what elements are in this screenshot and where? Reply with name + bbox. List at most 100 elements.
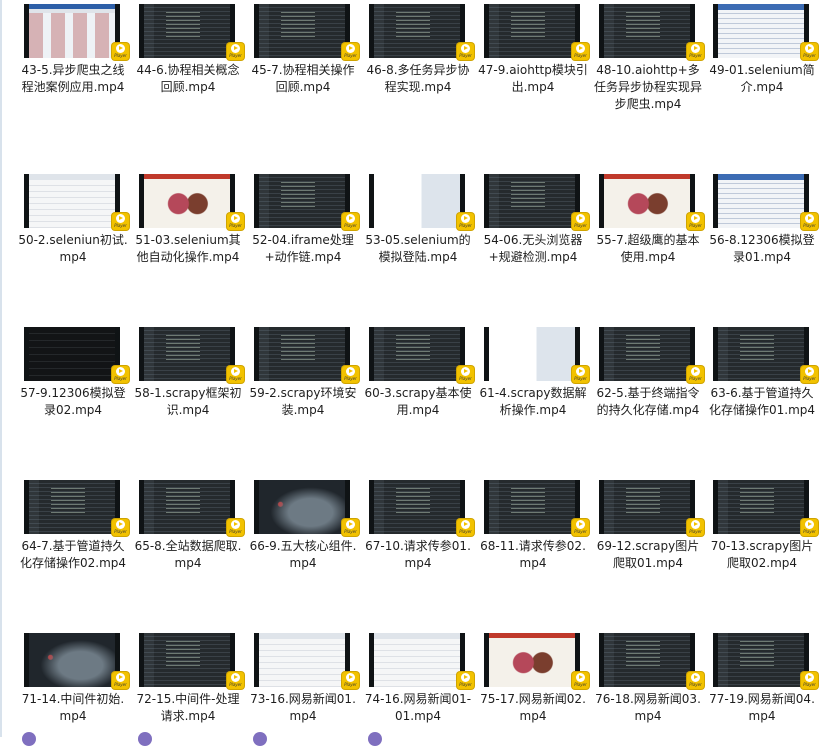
play-icon <box>691 214 700 223</box>
player-badge-icon: Player <box>342 43 359 60</box>
video-thumbnail[interactable] <box>484 480 580 534</box>
thumbnail-image <box>144 4 230 58</box>
file-name[interactable]: 52-04.iframe处理+动作链.mp4 <box>247 232 359 266</box>
video-thumbnail[interactable] <box>369 174 465 228</box>
play-icon <box>805 44 814 53</box>
file-name[interactable]: 77-19.网易新闻04.mp4 <box>706 691 818 725</box>
file-name[interactable]: 49-01.selenium简介.mp4 <box>706 62 818 96</box>
file-name[interactable]: 72-15.中间件-处理请求.mp4 <box>132 691 244 725</box>
video-thumbnail[interactable] <box>254 633 350 687</box>
file-name[interactable]: 68-11.请求传参02.mp4 <box>477 538 589 572</box>
file-name[interactable]: 61-4.scrapy数据解析操作.mp4 <box>477 385 589 419</box>
play-icon <box>805 673 814 682</box>
video-thumbnail[interactable] <box>599 633 695 687</box>
file-name[interactable]: 57-9.12306模拟登录02.mp4 <box>17 385 129 419</box>
play-icon <box>346 673 355 682</box>
video-thumbnail[interactable] <box>24 633 120 687</box>
video-thumbnail[interactable] <box>254 327 350 381</box>
file-name[interactable]: 69-12.scrapy图片爬取01.mp4 <box>592 538 704 572</box>
video-thumbnail[interactable] <box>24 480 120 534</box>
player-badge-icon: Player <box>572 43 589 60</box>
file-name[interactable]: 60-3.scrapy基本使用.mp4 <box>362 385 474 419</box>
player-badge-label: Player <box>803 529 816 534</box>
file-name[interactable]: 73-16.网易新闻01.mp4 <box>247 691 359 725</box>
file-name[interactable]: 54-06.无头浏览器+规避检测.mp4 <box>477 232 589 266</box>
video-thumbnail[interactable] <box>139 174 235 228</box>
video-thumbnail[interactable] <box>713 327 809 381</box>
thumbnail-image <box>144 327 230 381</box>
player-badge-icon: Player <box>457 43 474 60</box>
file-name[interactable]: 62-5.基于终端指令的持久化存储.mp4 <box>592 385 704 419</box>
file-name[interactable]: 44-6.协程相关概念回顾.mp4 <box>132 62 244 96</box>
play-icon <box>346 367 355 376</box>
video-thumbnail[interactable] <box>24 174 120 228</box>
player-badge-label: Player <box>574 682 587 687</box>
video-thumbnail[interactable] <box>599 4 695 58</box>
video-thumbnail[interactable] <box>713 174 809 228</box>
video-thumbnail[interactable] <box>139 4 235 58</box>
file-name[interactable]: 67-10.请求传参01.mp4 <box>362 538 474 572</box>
file-name[interactable]: 50-2.seleniun初试.mp4 <box>17 232 129 266</box>
file-name[interactable]: 75-17.网易新闻02.mp4 <box>477 691 589 725</box>
file-name[interactable]: 51-03.selenium其他自动化操作.mp4 <box>132 232 244 266</box>
file-name[interactable]: 47-9.aiohttp模块引出.mp4 <box>477 62 589 96</box>
video-thumbnail[interactable] <box>484 174 580 228</box>
file-name[interactable]: 66-9.五大核心组件.mp4 <box>247 538 359 572</box>
file-name[interactable]: 53-05.selenium的模拟登陆.mp4 <box>362 232 474 266</box>
play-icon <box>691 520 700 529</box>
video-thumbnail[interactable] <box>369 327 465 381</box>
thumbnail-image <box>374 4 460 58</box>
file-name[interactable]: 56-8.12306模拟登录01.mp4 <box>706 232 818 266</box>
thumbnail-image <box>489 174 575 228</box>
player-badge-icon: Player <box>687 672 704 689</box>
play-icon <box>116 520 125 529</box>
video-thumbnail[interactable] <box>254 4 350 58</box>
file-name[interactable]: 48-10.aiohttp+多任务异步协程实现异步爬虫.mp4 <box>592 62 704 113</box>
file-name[interactable]: 70-13.scrapy图片爬取02.mp4 <box>706 538 818 572</box>
file-name[interactable]: 58-1.scrapy框架初识.mp4 <box>132 385 244 419</box>
file-name[interactable]: 55-7.超级鹰的基本使用.mp4 <box>592 232 704 266</box>
video-thumbnail[interactable] <box>599 480 695 534</box>
video-thumbnail[interactable] <box>484 4 580 58</box>
file-name[interactable]: 74-16.网易新闻01-01.mp4 <box>362 691 474 725</box>
video-thumbnail[interactable] <box>254 480 350 534</box>
video-thumbnail[interactable] <box>599 327 695 381</box>
thumbnail-image <box>259 633 345 687</box>
play-icon <box>691 44 700 53</box>
player-badge-label: Player <box>689 53 702 58</box>
video-thumbnail[interactable] <box>24 327 120 381</box>
player-badge-label: Player <box>114 376 127 381</box>
file-name[interactable]: 63-6.基于管道持久化存储操作01.mp4 <box>706 385 818 419</box>
file-name[interactable]: 46-8.多任务异步协程实现.mp4 <box>362 62 474 96</box>
player-badge-label: Player <box>459 682 472 687</box>
play-icon <box>346 44 355 53</box>
video-thumbnail[interactable] <box>713 633 809 687</box>
file-name[interactable]: 45-7.协程相关操作回顾.mp4 <box>247 62 359 96</box>
video-thumbnail[interactable] <box>369 4 465 58</box>
video-thumbnail[interactable] <box>369 633 465 687</box>
video-thumbnail[interactable] <box>24 4 120 58</box>
play-icon <box>576 520 585 529</box>
video-thumbnail[interactable] <box>254 174 350 228</box>
video-thumbnail[interactable] <box>139 327 235 381</box>
file-name[interactable]: 43-5.异步爬虫之线程池案例应用.mp4 <box>17 62 129 96</box>
player-badge-icon: Player <box>572 213 589 230</box>
play-icon <box>116 367 125 376</box>
video-thumbnail[interactable] <box>139 633 235 687</box>
video-thumbnail[interactable] <box>369 480 465 534</box>
video-thumbnail[interactable] <box>139 480 235 534</box>
file-name[interactable]: 65-8.全站数据爬取.mp4 <box>132 538 244 572</box>
thumbnail-image <box>604 174 690 228</box>
file-name[interactable]: 59-2.scrapy环境安装.mp4 <box>247 385 359 419</box>
thumbnail-image <box>718 174 804 228</box>
video-thumbnail[interactable] <box>484 327 580 381</box>
video-thumbnail[interactable] <box>713 480 809 534</box>
file-name[interactable]: 71-14.中间件初始.mp4 <box>17 691 129 725</box>
file-name[interactable]: 64-7.基于管道持久化存储操作02.mp4 <box>17 538 129 572</box>
player-badge-icon: Player <box>342 366 359 383</box>
file-name[interactable]: 76-18.网易新闻03.mp4 <box>592 691 704 725</box>
thumbnail-image <box>374 327 460 381</box>
video-thumbnail[interactable] <box>484 633 580 687</box>
video-thumbnail[interactable] <box>713 4 809 58</box>
video-thumbnail[interactable] <box>599 174 695 228</box>
